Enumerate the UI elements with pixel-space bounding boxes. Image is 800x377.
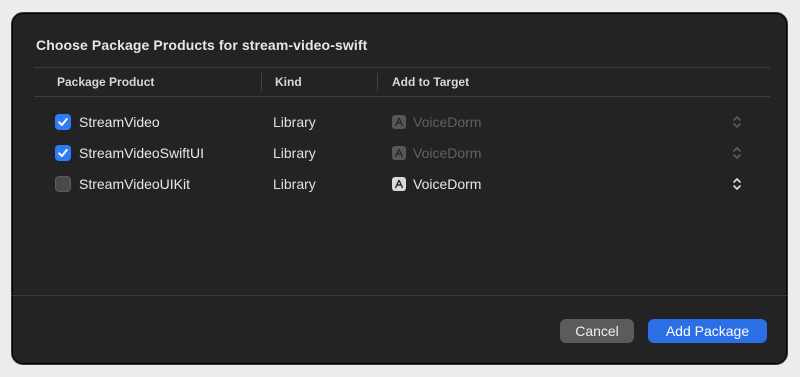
choose-package-products-dialog: Choose Package Products for stream-video… bbox=[11, 12, 788, 365]
column-separator bbox=[261, 73, 262, 91]
target-popup-label[interactable]: VoiceDorm bbox=[413, 176, 481, 192]
column-header-kind[interactable]: Kind bbox=[275, 75, 302, 89]
checkmark-icon bbox=[58, 118, 68, 126]
chevron-up-down-icon[interactable] bbox=[731, 175, 743, 193]
product-name: StreamVideoSwiftUI bbox=[79, 145, 205, 161]
app-target-icon bbox=[392, 146, 406, 160]
product-kind: Library bbox=[273, 145, 316, 161]
column-header-package-product[interactable]: Package Product bbox=[57, 75, 154, 89]
product-checkbox[interactable] bbox=[55, 145, 71, 161]
product-kind: Library bbox=[273, 114, 316, 130]
product-checkbox[interactable] bbox=[55, 114, 71, 130]
footer-divider bbox=[12, 295, 787, 296]
chevron-up-down-icon bbox=[733, 147, 741, 159]
target-popup-label: VoiceDorm bbox=[413, 114, 482, 130]
dialog-title: Choose Package Products for stream-video… bbox=[36, 37, 368, 53]
table-row: StreamVideoUIKit Library VoiceDorm bbox=[34, 169, 770, 200]
column-header-add-to-target[interactable]: Add to Target bbox=[392, 75, 469, 89]
product-name: StreamVideo bbox=[79, 114, 160, 130]
app-target-icon bbox=[392, 115, 406, 129]
checkmark-icon bbox=[58, 149, 68, 157]
product-kind: Library bbox=[273, 176, 316, 192]
column-separator bbox=[377, 73, 378, 91]
table-row: StreamVideo Library VoiceDorm bbox=[34, 107, 770, 138]
add-package-button[interactable]: Add Package bbox=[648, 319, 767, 343]
table-row: StreamVideoSwiftUI Library VoiceDorm bbox=[34, 138, 770, 169]
app-target-icon bbox=[392, 177, 406, 191]
product-checkbox[interactable] bbox=[55, 176, 71, 192]
cancel-button[interactable]: Cancel bbox=[560, 319, 634, 343]
chevron-up-down-icon bbox=[733, 116, 741, 128]
table-header: Package Product Kind Add to Target bbox=[34, 67, 770, 97]
product-name: StreamVideoUIKit bbox=[79, 176, 191, 192]
target-popup-label: VoiceDorm bbox=[413, 145, 482, 161]
